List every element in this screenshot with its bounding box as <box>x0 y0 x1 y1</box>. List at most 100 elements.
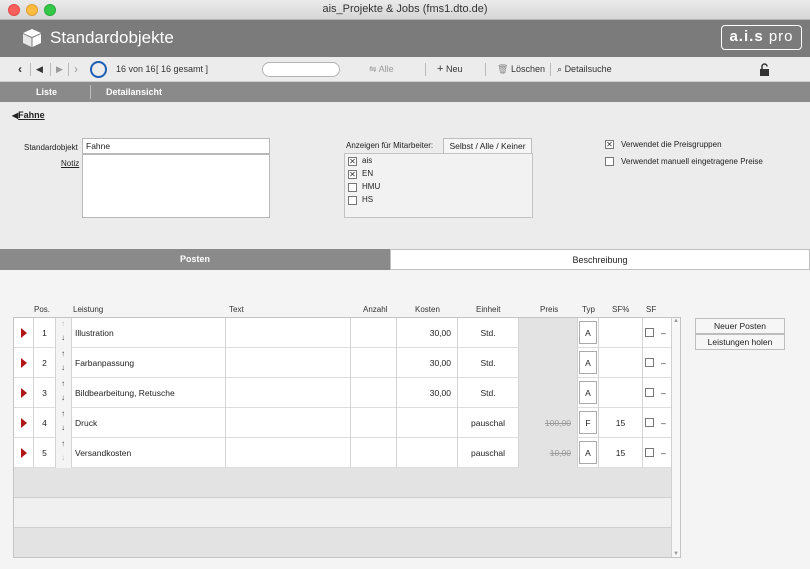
en-checkbox[interactable]: ✕ <box>348 170 357 179</box>
text-cell[interactable] <box>226 318 351 348</box>
sf-pct-cell[interactable] <box>599 318 643 348</box>
table-row[interactable]: 2 ↑ ↓ Farbanpassung 30,00 Std. A – <box>14 348 671 378</box>
preis-cell[interactable]: 10,00 <box>519 438 578 468</box>
hmu-checkbox[interactable] <box>348 183 357 192</box>
leistung-cell[interactable]: Bildbearbeitung, Retusche <box>72 378 226 408</box>
alle-button[interactable]: ⇋ Alle <box>369 57 394 82</box>
breadcrumb-back[interactable]: ◀Fahne <box>12 110 45 120</box>
manuelle-preise-checkbox[interactable] <box>605 157 614 166</box>
anzahl-cell[interactable] <box>351 318 397 348</box>
tab-beschreibung[interactable]: Beschreibung <box>390 249 810 270</box>
text-cell[interactable] <box>226 438 351 468</box>
sf-checkbox[interactable] <box>645 388 654 397</box>
typ-value[interactable]: A <box>579 381 597 404</box>
leistungen-holen-button[interactable]: Leistungen holen <box>695 334 785 350</box>
text-cell[interactable] <box>226 378 351 408</box>
tab-detailansicht[interactable]: Detailansicht <box>106 82 162 102</box>
kosten-cell[interactable] <box>397 408 458 438</box>
scroll-down-icon[interactable]: ▼ <box>673 551 679 557</box>
next-record-icon[interactable]: ▶ <box>56 57 63 82</box>
table-row[interactable]: 3 ↑ ↓ Bildbearbeitung, Retusche 30,00 Std… <box>14 378 671 408</box>
typ-cell[interactable]: A <box>578 318 599 348</box>
preis-cell[interactable] <box>519 378 578 408</box>
row-expand-icon[interactable] <box>14 348 34 378</box>
toolbar-divider <box>50 63 51 76</box>
detailsuche-button[interactable]: ⌕ Detailsuche <box>557 57 612 82</box>
typ-cell[interactable]: F <box>578 408 599 438</box>
kosten-cell[interactable]: 30,00 <box>397 348 458 378</box>
leistung-cell[interactable]: Farbanpassung <box>72 348 226 378</box>
sf-checkbox[interactable] <box>645 328 654 337</box>
leistung-cell[interactable]: Druck <box>72 408 226 438</box>
einheit-cell[interactable]: pauschal <box>458 438 519 468</box>
reorder-arrows[interactable]: ↑ ↓ <box>56 438 72 468</box>
sf-pct-cell[interactable]: 15 <box>599 438 643 468</box>
scroll-up-icon[interactable]: ▲ <box>673 318 679 324</box>
table-row[interactable]: 1 ↑ ↓ Illustration 30,00 Std. A – <box>14 318 671 348</box>
table-row[interactable]: 4 ↑ ↓ Druck pauschal 100,00 F 15 – <box>14 408 671 438</box>
table-row[interactable]: 5 ↑ ↓ Versandkosten pauschal 10,00 A 15 – <box>14 438 671 468</box>
zoom-window-icon[interactable] <box>44 4 56 16</box>
typ-value[interactable]: A <box>579 351 597 374</box>
anzahl-cell[interactable] <box>351 348 397 378</box>
anzahl-cell[interactable] <box>351 438 397 468</box>
einheit-cell[interactable]: Std. <box>458 318 519 348</box>
leistung-cell[interactable]: Illustration <box>72 318 226 348</box>
text-cell[interactable] <box>226 348 351 378</box>
tab-posten[interactable]: Posten <box>0 249 390 270</box>
preis-cell[interactable]: 100,00 <box>519 408 578 438</box>
loeschen-button[interactable]: 🗑 Löschen <box>497 57 545 82</box>
anzahl-cell[interactable] <box>351 378 397 408</box>
tab-liste[interactable]: Liste <box>36 82 57 102</box>
einheit-cell[interactable]: Std. <box>458 378 519 408</box>
row-expand-icon[interactable] <box>14 378 34 408</box>
preis-cell[interactable] <box>519 318 578 348</box>
sf-dash: – <box>661 388 666 398</box>
manuelle-preise-label: Verwendet manuell eingetragene Preise <box>621 157 763 166</box>
minimize-window-icon[interactable] <box>26 4 38 16</box>
typ-cell[interactable]: A <box>578 378 599 408</box>
typ-value[interactable]: A <box>579 321 597 344</box>
kosten-cell[interactable] <box>397 438 458 468</box>
hs-checkbox[interactable] <box>348 196 357 205</box>
selbst-alle-keiner-button[interactable]: Selbst / Alle / Keiner <box>443 138 532 154</box>
row-expand-icon[interactable] <box>14 408 34 438</box>
preis-cell[interactable] <box>519 348 578 378</box>
notiz-field[interactable] <box>82 154 270 218</box>
standardobjekt-field[interactable]: Fahne <box>82 138 270 154</box>
chevron-left-icon[interactable]: ‹ <box>18 57 22 82</box>
typ-value[interactable]: F <box>579 411 597 434</box>
typ-cell[interactable]: A <box>578 348 599 378</box>
previous-record-icon[interactable]: ◀ <box>36 57 43 82</box>
sf-checkbox[interactable] <box>645 448 654 457</box>
row-expand-icon[interactable] <box>14 438 34 468</box>
einheit-cell[interactable]: pauschal <box>458 408 519 438</box>
sf-checkbox[interactable] <box>645 418 654 427</box>
kosten-cell[interactable]: 30,00 <box>397 378 458 408</box>
sf-pct-cell[interactable]: 15 <box>599 408 643 438</box>
quick-search-input[interactable] <box>262 62 340 77</box>
einheit-cell[interactable]: Std. <box>458 348 519 378</box>
neuer-posten-button[interactable]: Neuer Posten <box>695 318 785 334</box>
pos-cell: 2 <box>34 348 56 378</box>
anzahl-cell[interactable] <box>351 408 397 438</box>
preisgruppen-checkbox[interactable]: ✕ <box>605 140 614 149</box>
col-leistung: Leistung <box>73 305 104 314</box>
typ-cell[interactable]: A <box>578 438 599 468</box>
neu-button[interactable]: + Neu <box>437 57 462 82</box>
sf-pct-cell[interactable] <box>599 348 643 378</box>
leistung-cell[interactable]: Versandkosten <box>72 438 226 468</box>
table-scrollbar[interactable]: ▲ ▼ <box>671 318 680 557</box>
sf-pct-cell[interactable] <box>599 378 643 408</box>
kosten-cell[interactable]: 30,00 <box>397 318 458 348</box>
toolbar-divider <box>30 63 31 76</box>
unlocked-icon[interactable] <box>759 63 770 76</box>
typ-value[interactable]: A <box>579 441 597 464</box>
text-cell[interactable] <box>226 408 351 438</box>
notiz-label[interactable]: Notiz <box>61 159 79 168</box>
close-window-icon[interactable] <box>8 4 20 16</box>
chevron-right-icon[interactable]: › <box>74 57 78 82</box>
ais-checkbox[interactable]: ✕ <box>348 157 357 166</box>
sf-checkbox[interactable] <box>645 358 654 367</box>
row-expand-icon[interactable] <box>14 318 34 348</box>
